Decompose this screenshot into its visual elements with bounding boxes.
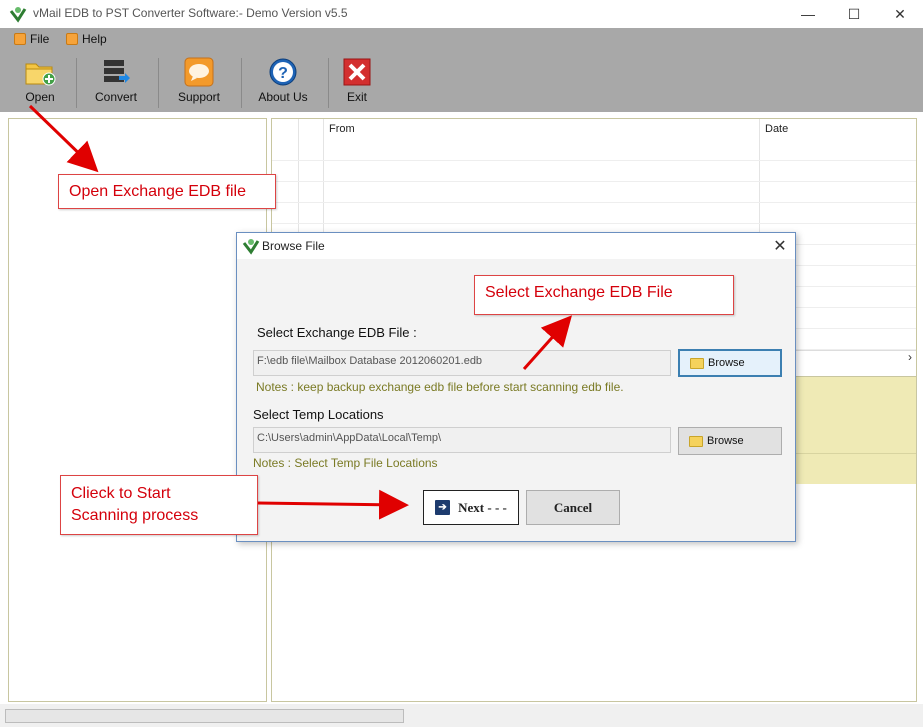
browse-temp-button[interactable]: Browse bbox=[678, 427, 782, 455]
support-chat-icon bbox=[182, 56, 216, 88]
menu-bar: File Help bbox=[0, 28, 923, 52]
browse-temp-label: Browse bbox=[707, 435, 744, 447]
app-logo-icon bbox=[242, 239, 260, 255]
menu-file[interactable]: File bbox=[14, 32, 49, 46]
toolbar: Open Convert Support ? About Us Exit bbox=[0, 52, 923, 112]
temp-location-note: Notes : Select Temp File Locations bbox=[253, 456, 438, 470]
edb-path-field[interactable]: F:\edb file\Mailbox Database 2012060201.… bbox=[253, 350, 671, 376]
toolbar-divider bbox=[76, 58, 77, 108]
callout-open-edb: Open Exchange EDB file bbox=[58, 174, 276, 209]
open-folder-icon bbox=[23, 56, 57, 88]
file-menu-icon bbox=[14, 33, 26, 45]
edb-backup-note: Notes : keep backup exchange edb file be… bbox=[256, 380, 624, 394]
column-header-from[interactable]: From bbox=[329, 123, 355, 135]
callout-start-scan: Clieck to Start Scanning process bbox=[60, 475, 258, 535]
table-row[interactable] bbox=[272, 161, 916, 182]
convert-button[interactable]: Convert bbox=[91, 56, 141, 108]
edb-file-label: Select Exchange EDB File : bbox=[257, 325, 417, 340]
next-arrow-icon: ➔ bbox=[435, 500, 451, 515]
next-label: Next - - - bbox=[458, 499, 507, 515]
progress-bar bbox=[5, 709, 404, 723]
cancel-button[interactable]: Cancel bbox=[526, 490, 620, 525]
about-question-icon: ? bbox=[266, 56, 300, 88]
app-logo-icon bbox=[9, 7, 27, 23]
callout-start-line2: Scanning process bbox=[71, 507, 199, 524]
folder-icon bbox=[690, 357, 704, 369]
table-row[interactable] bbox=[272, 203, 916, 224]
toolbar-divider bbox=[158, 58, 159, 108]
menu-help[interactable]: Help bbox=[66, 32, 107, 46]
callout-select-edb: Select Exchange EDB File bbox=[474, 275, 734, 315]
convert-label: Convert bbox=[94, 90, 138, 104]
help-menu-icon bbox=[66, 33, 78, 45]
window-title: vMail EDB to PST Converter Software:- De… bbox=[33, 6, 348, 20]
maximize-button[interactable]: ☐ bbox=[831, 0, 877, 28]
scroll-right-arrow-icon[interactable]: › bbox=[908, 350, 912, 364]
table-row[interactable] bbox=[272, 182, 916, 203]
browse-edb-label: Browse bbox=[708, 357, 745, 369]
exit-button[interactable]: Exit bbox=[342, 56, 372, 108]
close-window-button[interactable]: ✕ bbox=[877, 0, 923, 28]
dialog-title-bar: Browse File ✕ bbox=[237, 233, 795, 259]
callout-start-line1: Clieck to Start bbox=[71, 485, 171, 502]
status-bar bbox=[0, 704, 923, 727]
temp-path-field[interactable]: C:\Users\admin\AppData\Local\Temp\ bbox=[253, 427, 671, 453]
open-button[interactable]: Open bbox=[20, 56, 60, 108]
support-label: Support bbox=[177, 90, 221, 104]
column-header-date[interactable]: Date bbox=[765, 123, 788, 135]
next-button[interactable]: ➔ Next - - - bbox=[423, 490, 519, 525]
toolbar-divider bbox=[241, 58, 242, 108]
folder-icon bbox=[689, 435, 703, 447]
menu-file-label: File bbox=[30, 32, 50, 46]
exit-x-icon bbox=[340, 56, 374, 88]
svg-text:?: ? bbox=[278, 65, 288, 82]
dialog-title: Browse File bbox=[262, 239, 325, 253]
menu-help-label: Help bbox=[82, 32, 107, 46]
title-bar: vMail EDB to PST Converter Software:- De… bbox=[0, 0, 923, 28]
minimize-button[interactable]: — bbox=[785, 0, 831, 28]
toolbar-divider bbox=[328, 58, 329, 108]
about-us-label: About Us bbox=[258, 90, 308, 104]
support-button[interactable]: Support bbox=[174, 56, 224, 108]
temp-location-label: Select Temp Locations bbox=[253, 407, 384, 422]
open-label: Open bbox=[25, 90, 55, 104]
about-us-button[interactable]: ? About Us bbox=[255, 56, 311, 108]
browse-edb-button[interactable]: Browse bbox=[678, 349, 782, 377]
exit-label: Exit bbox=[346, 90, 367, 104]
convert-icon bbox=[99, 56, 133, 88]
table-row[interactable] bbox=[272, 140, 916, 161]
dialog-close-button[interactable]: ✕ bbox=[767, 235, 793, 257]
